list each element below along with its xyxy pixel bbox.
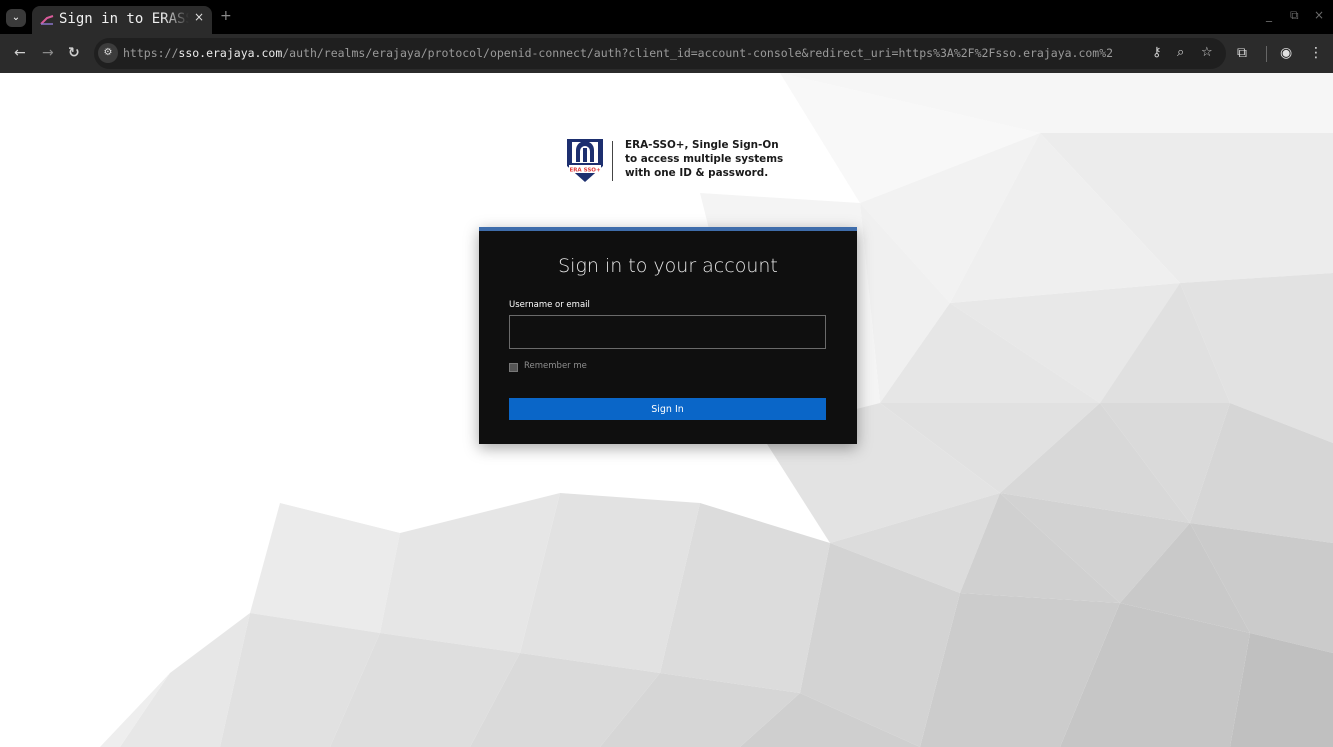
address-bar[interactable]: ⚙ https://sso.erajaya.com/auth/realms/er… [94,38,1226,69]
shield-logo-icon: ERA SSO+ [567,139,603,182]
url-path: /auth/realms/erajaya/protocol/openid-con… [282,46,1113,60]
active-tab[interactable]: Sign in to ERASSO+ × [32,6,212,34]
site-favicon-icon [40,15,54,25]
tab-close-button[interactable]: × [194,10,204,24]
close-window-button[interactable]: × [1314,8,1324,22]
remember-me-checkbox[interactable] [509,363,518,372]
extensions-icon[interactable]: ⧉ [1237,45,1247,61]
page-content: ERA SSO+ ERA-SSO+, Single Sign-On to acc… [0,73,1333,747]
profile-icon[interactable]: ◉ [1280,45,1292,61]
login-card: Sign in to your account Username or emai… [479,227,857,444]
url-scheme: https:// [123,46,179,60]
forward-button[interactable]: → [42,45,54,61]
sign-in-button[interactable]: Sign In [509,398,826,420]
back-button[interactable]: ← [14,45,26,61]
reload-button[interactable]: ↻ [68,45,80,61]
restore-button[interactable]: ⧉ [1290,8,1299,23]
url-text[interactable]: https://sso.erajaya.com/auth/realms/eraj… [123,46,1113,62]
key-icon[interactable]: ⚷ [1152,45,1162,60]
zoom-icon[interactable]: ⌕ [1177,45,1184,60]
logo-badge-text: ERA SSO+ [569,168,601,174]
browser-toolbar: ← → ↻ ⚙ https://sso.erajaya.com/auth/rea… [0,34,1333,73]
browser-tab-strip: ⌄ Sign in to ERASSO+ × + _ ⧉ × [0,0,1333,34]
remember-me-label[interactable]: Remember me [524,361,587,371]
minimize-button[interactable]: _ [1266,8,1272,22]
site-info-icon[interactable]: ⚙ [98,43,118,63]
toolbar-divider [1266,46,1267,62]
era-sso-logo: ERA SSO+ ERA-SSO+, Single Sign-On to acc… [564,136,794,186]
logo-tagline: ERA-SSO+, Single Sign-On to access multi… [625,138,795,180]
logo-divider [612,141,613,181]
url-host: sso.erajaya.com [178,46,283,60]
menu-icon[interactable]: ⋮ [1309,45,1323,61]
tagline-line-3: with one ID & password. [625,167,769,179]
username-input[interactable] [509,315,826,349]
tab-list-button[interactable]: ⌄ [6,9,26,27]
username-label: Username or email [509,300,590,310]
tab-title: Sign in to ERASSO+ [59,11,189,27]
tagline-line-1: ERA-SSO+, Single Sign-On [625,139,779,151]
tagline-line-2: to access multiple systems [625,153,784,165]
bookmark-star-icon[interactable]: ☆ [1201,45,1213,60]
new-tab-button[interactable]: + [220,8,232,24]
login-title: Sign in to your account [558,255,778,277]
